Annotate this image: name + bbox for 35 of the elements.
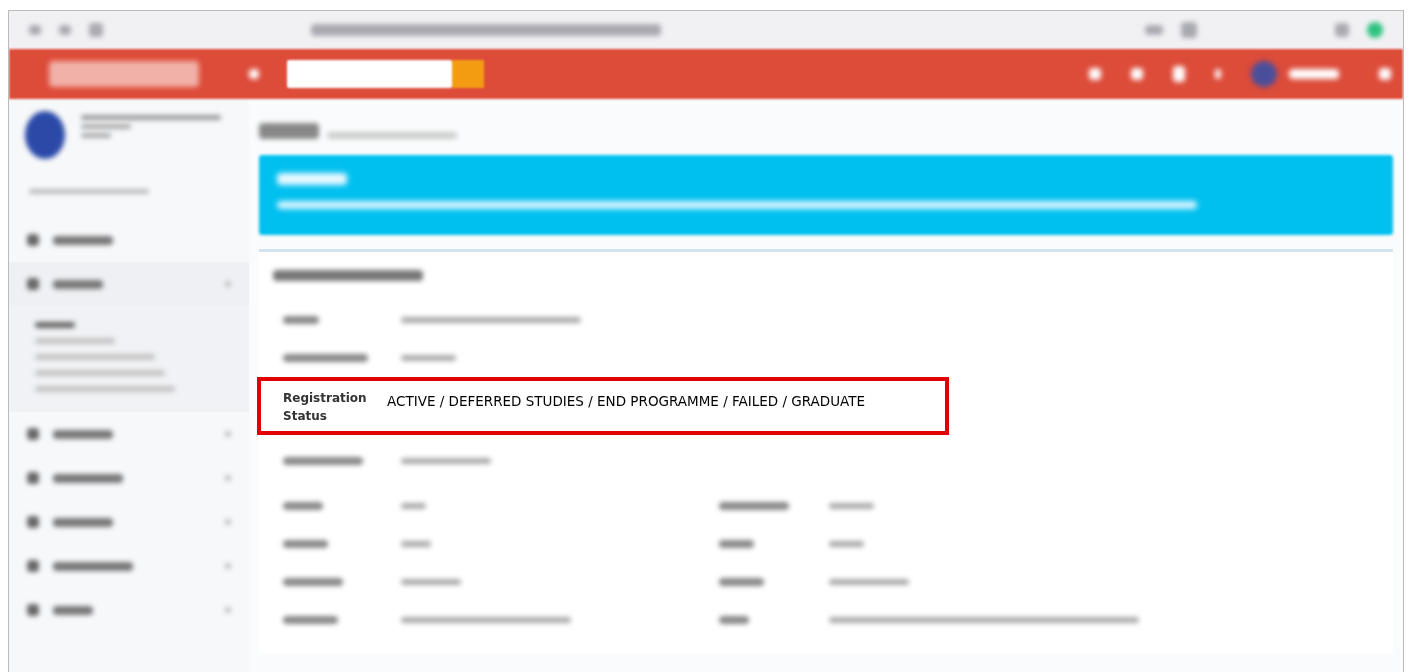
search-field[interactable]	[287, 60, 452, 88]
field-label	[283, 502, 323, 510]
user-avatar	[25, 111, 65, 159]
blurred-label	[53, 473, 123, 483]
field-label	[283, 578, 343, 586]
field-label	[719, 540, 754, 548]
field-label	[719, 502, 789, 510]
blurred-label	[53, 235, 113, 245]
field-value	[829, 541, 864, 547]
field-label	[283, 616, 338, 624]
page-title	[259, 123, 319, 139]
submenu-item[interactable]	[35, 338, 115, 344]
blurred-label	[53, 429, 113, 439]
blurred-label	[53, 517, 113, 527]
blurred-label	[53, 605, 93, 615]
address-bar[interactable]	[311, 24, 661, 36]
field-value	[829, 503, 874, 509]
field-label	[719, 578, 764, 586]
blurred-label	[53, 279, 103, 289]
field-label	[283, 540, 328, 548]
field-value: ACTIVE / DEFERRED STUDIES / END PROGRAMME / FAILED / GRADUATE	[387, 392, 866, 411]
submenu-item[interactable]	[35, 354, 155, 360]
field-label	[719, 616, 749, 624]
submenu-item[interactable]	[35, 370, 165, 376]
field-value	[401, 579, 461, 585]
profile-icon[interactable]	[1367, 22, 1383, 38]
submenu-item[interactable]	[35, 386, 175, 392]
submenu-item[interactable]	[35, 322, 75, 328]
field-value	[401, 541, 431, 547]
field-label: Registration Status	[283, 390, 368, 425]
field-value	[401, 355, 456, 361]
user-avatar[interactable]	[1251, 61, 1277, 87]
search-button[interactable]	[452, 60, 484, 88]
field-value	[401, 503, 426, 509]
field-label	[283, 316, 319, 324]
